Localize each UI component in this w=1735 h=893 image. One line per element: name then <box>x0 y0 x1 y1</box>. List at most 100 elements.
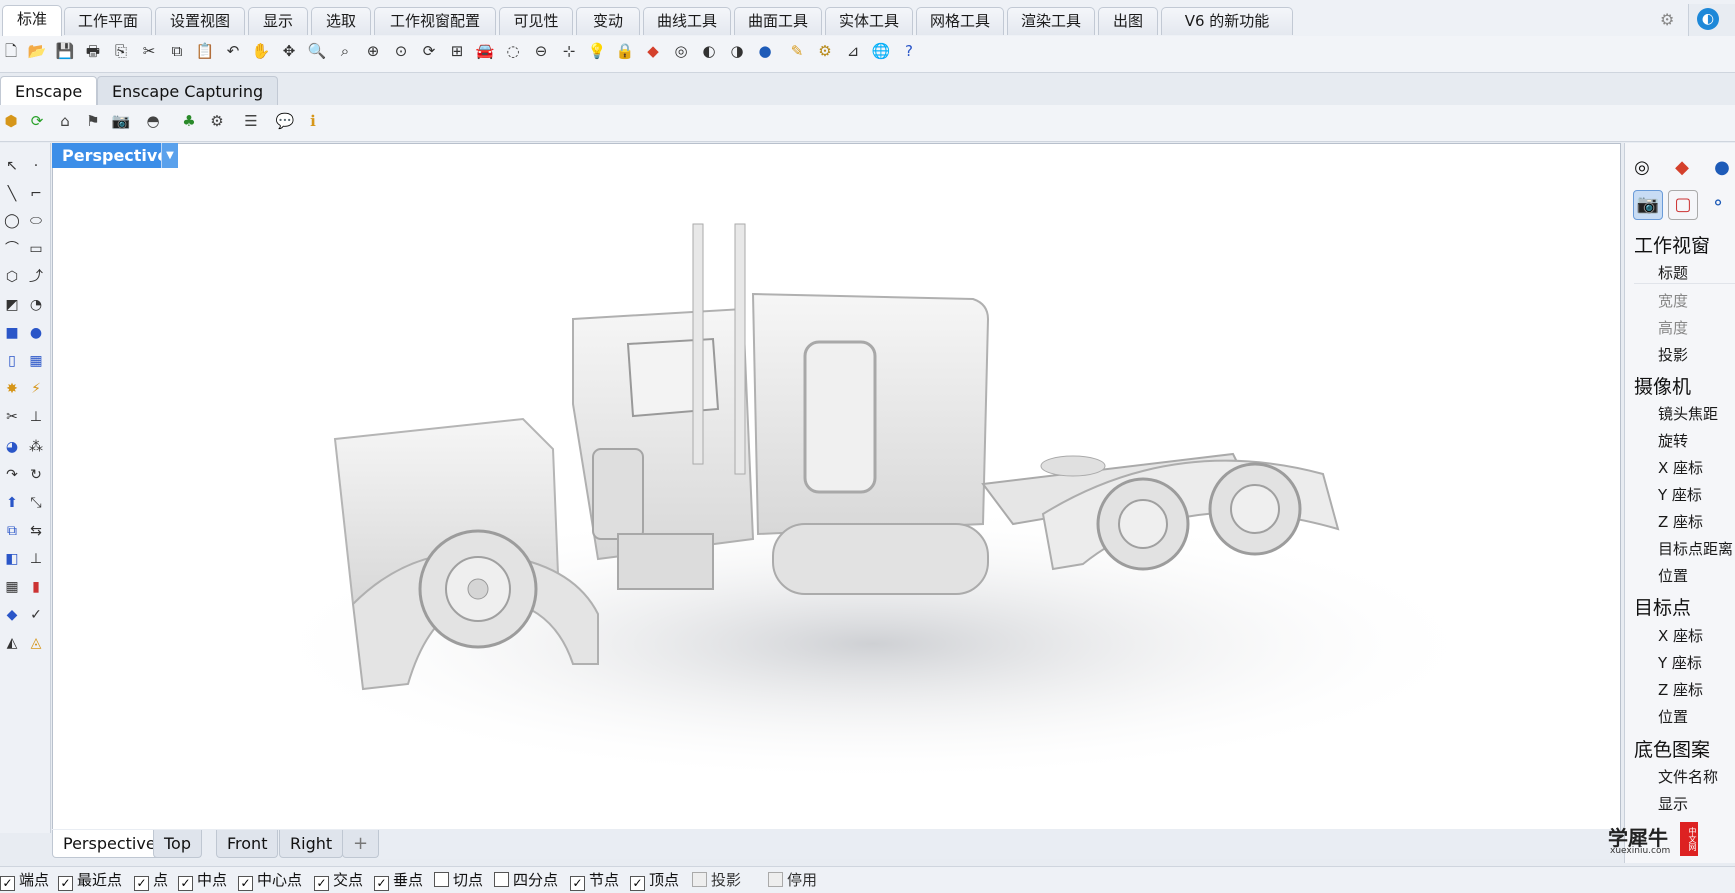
add-view-tab-icon[interactable]: + <box>342 830 380 858</box>
osnap-knot[interactable]: ✓ 节点 <box>570 869 619 891</box>
rotate-icon[interactable]: ↻ <box>26 464 46 486</box>
dimension-tool-icon[interactable]: ⊥ <box>26 548 46 570</box>
tab-enscape-capturing[interactable]: Enscape Capturing <box>97 76 279 106</box>
four-views-icon[interactable]: ⊞ <box>446 40 468 62</box>
enscape-view-icon[interactable]: ⌂ <box>54 110 76 132</box>
revolve-icon[interactable]: ◔ <box>26 294 46 316</box>
extrude-icon[interactable]: ⬆ <box>2 492 22 514</box>
tab-set-view[interactable]: 设置视图 <box>155 7 245 35</box>
checkbox-checked-icon[interactable]: ✓ <box>238 876 253 891</box>
solid-edit-icon[interactable]: ◧ <box>2 548 22 570</box>
camera-icon[interactable]: 📷 <box>1633 190 1663 220</box>
tab-transform[interactable]: 变动 <box>576 7 640 35</box>
tab-select[interactable]: 选取 <box>311 7 371 35</box>
render-tool-icon[interactable]: ◭ <box>2 632 22 654</box>
new-icon[interactable]: 🗋 <box>0 40 22 62</box>
curve-icon[interactable]: ⤴ <box>26 266 46 288</box>
zoom-icon[interactable]: 🔍 <box>306 40 328 62</box>
osnap-quadrant[interactable]: 四分点 <box>494 869 558 891</box>
gear-icon[interactable]: ⚙ <box>1660 10 1674 29</box>
enscape-about-icon[interactable]: ℹ <box>302 110 324 132</box>
enscape-screenshot-icon[interactable]: 📷 <box>110 110 132 132</box>
enscape-settings-icon[interactable]: ☰ <box>240 110 262 132</box>
materials-icon[interactable]: ● <box>1708 154 1735 182</box>
polyline-icon[interactable]: ⌐ <box>26 183 46 205</box>
array-icon[interactable]: ⧉ <box>2 520 22 542</box>
paste-icon[interactable]: 📋 <box>194 40 216 62</box>
prop-target-z[interactable]: Z 座标 <box>1658 679 1703 700</box>
checkbox-checked-icon[interactable]: ✓ <box>134 876 149 891</box>
osnap-near[interactable]: ✓ 最近点 <box>58 869 122 891</box>
select-arrow-icon[interactable]: ↖ <box>2 155 22 177</box>
tab-visibility[interactable]: 可见性 <box>499 7 573 35</box>
osnap-tangent[interactable]: 切点 <box>434 869 483 891</box>
material-icon[interactable]: ◐ <box>698 40 720 62</box>
check-icon[interactable]: ✓ <box>26 604 46 626</box>
tab-viewport-layout[interactable]: 工作视窗配置 <box>374 7 496 35</box>
help-icon[interactable]: ? <box>898 40 920 62</box>
prop-show[interactable]: 显示 <box>1658 793 1688 814</box>
rectangle-icon[interactable]: ▭ <box>26 238 46 260</box>
render-props-icon[interactable]: ⚬ <box>1704 190 1732 218</box>
prop-camera-z[interactable]: Z 座标 <box>1658 511 1703 532</box>
prop-projection[interactable]: 投影 <box>1658 344 1688 365</box>
analyze-icon[interactable]: ◆ <box>2 604 22 626</box>
box-icon[interactable]: ■ <box>2 322 22 344</box>
osnap-point[interactable]: ✓ 点 <box>134 869 168 891</box>
copy-icon[interactable]: ⧉ <box>166 40 188 62</box>
checkbox-checked-icon[interactable]: ✓ <box>58 876 73 891</box>
enscape-sync-icon[interactable]: ⟳ <box>26 110 48 132</box>
checkbox-checked-icon[interactable]: ✓ <box>314 876 329 891</box>
osnap-midpoint[interactable]: ✓ 中点 <box>178 869 227 891</box>
paint-icon[interactable]: ✎ <box>786 40 808 62</box>
prop-target-x[interactable]: X 座标 <box>1658 625 1703 646</box>
view-tab-top[interactable]: Top <box>153 830 202 858</box>
checkbox-disabled-icon[interactable] <box>692 872 707 887</box>
prop-rotation[interactable]: 旋转 <box>1658 430 1688 451</box>
osnap-endpoint[interactable]: ✓ 端点 <box>0 869 49 891</box>
tab-render-tools[interactable]: 渲染工具 <box>1007 7 1095 35</box>
paint-bucket-icon[interactable]: ◬ <box>26 632 46 654</box>
split-icon[interactable]: ⊥ <box>26 406 46 428</box>
explode-icon[interactable]: ✸ <box>2 378 22 400</box>
pan-icon[interactable]: ✋ <box>250 40 272 62</box>
viewport-title-tab[interactable]: Perspective ▼ <box>52 143 178 168</box>
lock-icon[interactable]: 🔒 <box>614 40 636 62</box>
tab-solid-tools[interactable]: 实体工具 <box>825 7 913 35</box>
globe-icon[interactable]: 🌐 <box>870 40 892 62</box>
render-icon[interactable]: ◑ <box>726 40 748 62</box>
trim-icon[interactable]: ✂ <box>2 406 22 428</box>
prop-target-location[interactable]: 位置 <box>1658 706 1688 727</box>
group-icon[interactable]: ⁂ <box>26 436 46 458</box>
light-icon[interactable]: 💡 <box>586 40 608 62</box>
viewport-frame-icon[interactable]: ▢ <box>1668 190 1698 220</box>
surface-icon[interactable]: ◩ <box>2 294 22 316</box>
enscape-asset-icon[interactable]: ⚑ <box>82 110 104 132</box>
enscape-vr-icon[interactable]: ◓ <box>142 110 164 132</box>
tab-surface-tools[interactable]: 曲面工具 <box>734 7 822 35</box>
view-tab-perspective[interactable]: Perspective <box>52 830 167 858</box>
osnap-perpendicular[interactable]: ✓ 垂点 <box>374 869 423 891</box>
offset-icon[interactable]: ↷ <box>2 464 22 486</box>
enscape-feedback-icon[interactable]: 💬 <box>274 110 296 132</box>
circle-icon[interactable]: ◯ <box>2 210 22 232</box>
print-icon[interactable]: 🖶 <box>82 40 104 62</box>
checkbox-unchecked-icon[interactable] <box>434 872 449 887</box>
grid-array-icon[interactable]: ▦ <box>2 576 22 598</box>
enscape-tree-icon[interactable]: ♣ <box>178 110 200 132</box>
prop-target-y[interactable]: Y 座标 <box>1658 652 1702 673</box>
open-icon[interactable]: 📂 <box>26 40 48 62</box>
enscape-batch-icon[interactable]: ⚙ <box>206 110 228 132</box>
viewport-menu-dropdown-icon[interactable]: ▼ <box>161 143 178 168</box>
mirror-icon[interactable]: ⇆ <box>26 520 46 542</box>
prop-lens-length[interactable]: 镜头焦距 <box>1658 403 1718 424</box>
undo-icon[interactable]: ↶ <box>222 40 244 62</box>
tab-display[interactable]: 显示 <box>248 7 308 35</box>
arc-icon[interactable]: ⌒ <box>2 238 22 260</box>
prop-target-distance[interactable]: 目标点距离 <box>1658 538 1733 559</box>
cut-icon[interactable]: ✂ <box>138 40 160 62</box>
tab-v6-new[interactable]: V6 的新功能 <box>1161 7 1293 35</box>
dimension-icon[interactable]: ⊿ <box>842 40 864 62</box>
checkbox-unchecked-icon[interactable] <box>494 872 509 887</box>
tab-drafting[interactable]: 出图 <box>1098 7 1158 35</box>
